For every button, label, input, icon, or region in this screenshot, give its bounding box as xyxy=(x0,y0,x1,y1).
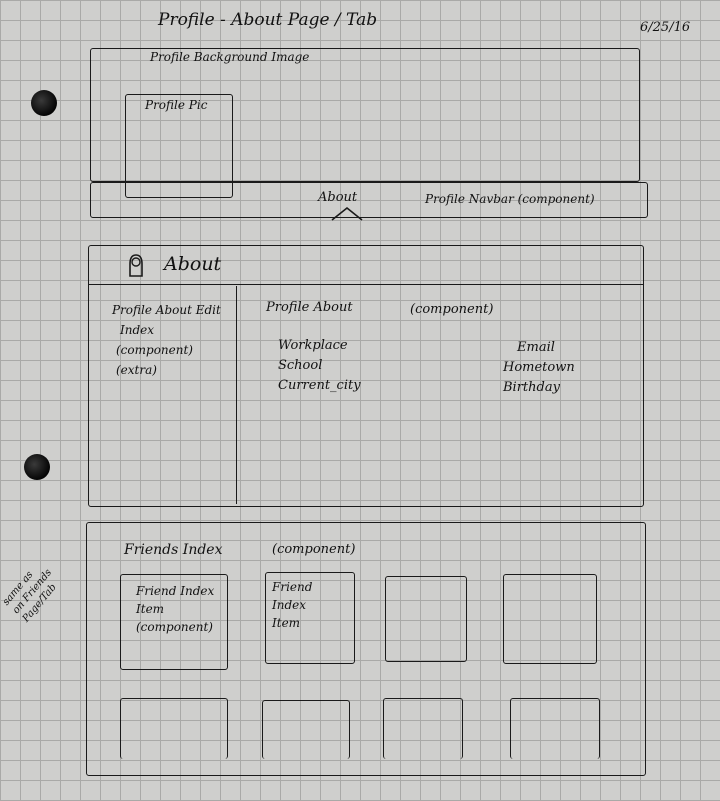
friend-index-item[interactable] xyxy=(510,698,600,759)
page-title: Profile - About Page / Tab xyxy=(158,10,378,30)
profile-pic-label: Profile Pic xyxy=(145,98,208,112)
profile-navbar-label: Profile Navbar (component) xyxy=(425,192,595,206)
about-field: Email xyxy=(517,340,555,355)
active-tab-caret-icon xyxy=(331,206,363,221)
about-edit-divider xyxy=(236,286,237,504)
about-field: Workplace xyxy=(278,338,348,353)
friends-index-component: (component) xyxy=(272,542,356,557)
friend-item-line: Item xyxy=(136,602,165,616)
profile-about-edit-index: Profile About Edit Index (component) (ex… xyxy=(112,300,221,380)
punch-hole-middle xyxy=(24,454,50,480)
profile-about-title: Profile About xyxy=(266,300,353,315)
about-heading: About xyxy=(164,253,222,275)
friend-item-line: Item xyxy=(272,616,301,630)
about-fields-right: Email Hometown Birthday xyxy=(503,338,575,398)
edit-index-line: (component) xyxy=(116,343,193,357)
side-note: same as on Friends Page/Tab xyxy=(0,558,65,625)
friend-index-item[interactable] xyxy=(120,698,228,759)
friends-index-title: Friends Index xyxy=(124,542,223,558)
about-field: School xyxy=(278,358,323,373)
friend-item-line: Index xyxy=(272,598,307,612)
friend-item-line: (component) xyxy=(136,620,213,634)
edit-index-line: Profile About Edit xyxy=(112,303,221,317)
edit-index-line: Index xyxy=(120,323,155,337)
friend-item-line: Friend xyxy=(272,580,313,594)
user-icon xyxy=(129,254,143,277)
about-field: Hometown xyxy=(503,360,575,375)
profile-about-component: (component) xyxy=(410,302,494,317)
friend-index-item[interactable] xyxy=(383,698,463,759)
about-fields-left: Workplace School Current_city xyxy=(278,336,361,396)
friend-index-item-label: Friend Index Item (component) xyxy=(136,582,214,636)
navbar-about-tab[interactable]: About xyxy=(318,190,357,205)
friend-index-item[interactable] xyxy=(503,574,597,664)
friend-index-item[interactable] xyxy=(385,576,467,662)
about-field: Birthday xyxy=(503,380,560,395)
profile-background-label: Profile Background Image xyxy=(150,50,310,64)
friend-index-item-label: Friend Index Item xyxy=(272,578,312,632)
punch-hole-top xyxy=(31,90,57,116)
about-field: Current_city xyxy=(278,378,361,393)
friend-index-item[interactable] xyxy=(262,700,350,759)
edit-index-line: (extra) xyxy=(116,363,157,377)
sketch-date: 6/25/16 xyxy=(640,20,691,35)
friend-item-line: Friend Index xyxy=(136,584,215,598)
about-header-divider xyxy=(88,284,644,285)
